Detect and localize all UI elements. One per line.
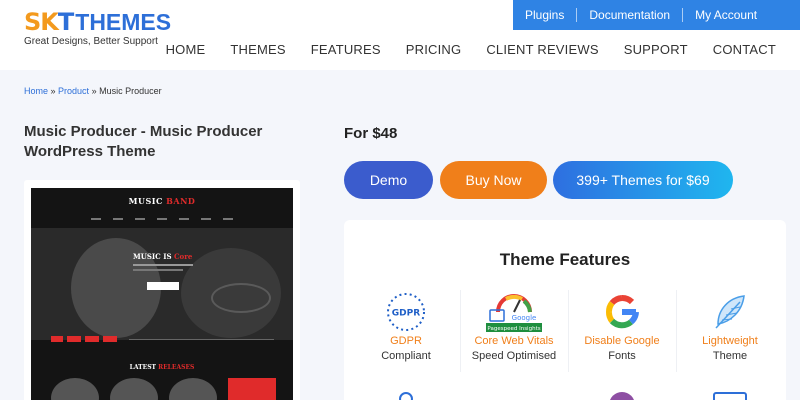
preview-thumbnail (110, 378, 158, 400)
feature-row2-item (676, 380, 784, 400)
preview-player-control (85, 336, 99, 342)
page-title: Music Producer - Music Producer WordPres… (24, 123, 263, 160)
preview-headline-b: Core (173, 252, 193, 261)
feature-cwv-label: Core Web Vitals (474, 335, 554, 347)
price-label: For $48 (344, 125, 398, 142)
feature-row2-icon (399, 392, 413, 400)
google-badge-text: Google (512, 314, 537, 322)
preview-drum-shape (211, 283, 271, 313)
logo-themes-text: THEMES (75, 9, 172, 35)
preview-headline-a: MUSIC IS (133, 252, 174, 261)
nav-features[interactable]: FEATURES (311, 42, 381, 57)
preview-thumbnail (51, 378, 99, 400)
preview-nav-item (179, 218, 189, 220)
nav-themes[interactable]: THEMES (230, 42, 285, 57)
feature-row2-icon (609, 392, 635, 400)
pagespeed-badge-text: Pagespeed Insights (487, 326, 540, 332)
topbar-my-account-link[interactable]: My Account (683, 0, 769, 30)
preview-nav-item (201, 218, 211, 220)
logo-mark: SK T THEMES (24, 8, 171, 36)
preview-audio-player (51, 334, 276, 346)
theme-features-panel: Theme Features GDPR GDPR Compliant Googl… (344, 220, 786, 400)
nav-home[interactable]: HOME (166, 42, 206, 57)
feature-gdpr-label: GDPR (390, 335, 422, 347)
preview-nav-item (91, 218, 101, 220)
preview-subtext-line (133, 264, 193, 266)
preview-logo-a: MUSIC (128, 196, 167, 206)
breadcrumb: Home » Product » Music Producer (24, 86, 162, 96)
preview-nav-item (113, 218, 123, 220)
top-utility-bar: Plugins Documentation My Account (513, 0, 800, 30)
preview-nav-item (135, 218, 145, 220)
feature-gdpr-sublabel: Compliant (381, 350, 431, 362)
buy-now-button[interactable]: Buy Now (440, 161, 547, 199)
feature-lightweight: Lightweight Theme (676, 286, 784, 372)
core-web-vitals-icon: Google Pagespeed Insights (486, 294, 542, 332)
breadcrumb-current: Music Producer (99, 86, 162, 96)
site-header: SK T THEMES Great Designs, Better Support… (0, 0, 800, 70)
feature-gdpr: GDPR GDPR Compliant (352, 286, 460, 372)
preview-thumbnail (228, 378, 276, 400)
feature-core-web-vitals: Google Pagespeed Insights Core Web Vital… (460, 286, 568, 372)
feature-google-fonts-label: Disable Google (584, 335, 660, 347)
features-title: Theme Features (499, 250, 631, 269)
preview-latest-b: RELEASES (158, 364, 195, 371)
feature-row2-icon (713, 392, 747, 400)
preview-player-control (67, 336, 81, 342)
feature-cwv-sublabel: Speed Optimised (471, 350, 557, 362)
preview-latest-releases: LATEST RELEASES (31, 364, 293, 371)
main-nav: HOME THEMES FEATURES PRICING CLIENT REVI… (141, 42, 776, 57)
nav-client-reviews[interactable]: CLIENT REVIEWS (486, 42, 598, 57)
preview-thumbnail (169, 378, 217, 400)
feature-disable-google-fonts: Disable Google Fonts (568, 286, 676, 372)
preview-latest-a: LATEST (129, 364, 159, 371)
feature-row2-item (352, 380, 460, 400)
demo-button[interactable]: Demo (344, 161, 433, 199)
topbar-documentation-link[interactable]: Documentation (577, 0, 682, 30)
nav-support[interactable]: SUPPORT (624, 42, 688, 57)
breadcrumb-home[interactable]: Home (24, 86, 48, 96)
topbar-plugins-link[interactable]: Plugins (513, 0, 576, 30)
preview-cta-button (147, 282, 179, 290)
preview-player-control (51, 336, 63, 342)
logo-t: T (57, 8, 74, 36)
preview-subtext-line (133, 269, 183, 271)
feature-row2-item (568, 380, 676, 400)
breadcrumb-separator: » (48, 86, 59, 96)
preview-nav-item (223, 218, 233, 220)
nav-contact[interactable]: CONTACT (713, 42, 776, 57)
preview-nav-item (157, 218, 167, 220)
gdpr-icon: GDPR (387, 293, 425, 331)
nav-pricing[interactable]: PRICING (406, 42, 462, 57)
feature-lightweight-label: Lightweight (702, 335, 758, 347)
preview-player-progress (129, 339, 274, 340)
breadcrumb-product[interactable]: Product (58, 86, 89, 96)
feature-lightweight-sublabel: Theme (712, 350, 748, 362)
logo-sk: SK (24, 8, 59, 36)
preview-player-control (103, 336, 117, 342)
preview-headline: MUSIC IS Core (133, 252, 192, 261)
google-icon (606, 295, 639, 329)
bundle-offer-button[interactable]: 399+ Themes for $69 (553, 161, 733, 199)
gdpr-icon-text: GDPR (392, 309, 420, 319)
feature-google-fonts-sublabel: Fonts (608, 350, 636, 362)
breadcrumb-separator: » (89, 86, 100, 96)
feather-icon (715, 295, 745, 329)
preview-release-thumbnails (51, 378, 276, 400)
preview-logo: MUSIC BAND (31, 196, 293, 206)
preview-nav (91, 218, 233, 222)
theme-preview-image[interactable]: MUSIC BAND MUSIC IS Core LATEST RELEASES (31, 188, 293, 400)
preview-logo-b: BAND (166, 196, 196, 206)
theme-preview-card: MUSIC BAND MUSIC IS Core LATEST RELEASES (24, 180, 300, 400)
